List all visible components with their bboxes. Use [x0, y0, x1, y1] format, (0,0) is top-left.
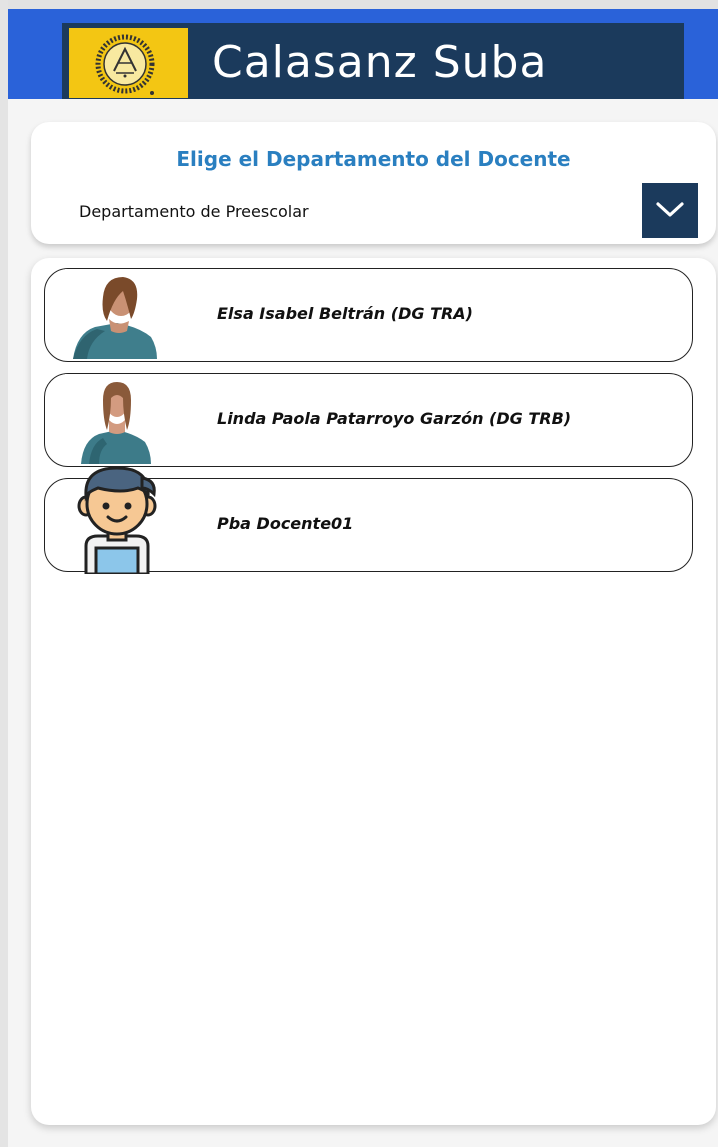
frame-edge [0, 0, 8, 1147]
header-banner: Calasanz Suba [62, 23, 684, 103]
teacher-list-item[interactable]: Pba Docente01 [44, 478, 693, 572]
logo [69, 28, 188, 98]
department-prompt: Elige el Departamento del Docente [176, 147, 571, 171]
teacher-name: Pba Docente01 [217, 514, 354, 533]
teacher-list-item[interactable]: Linda Paola Patarroyo Garzón (DG TRB) [44, 373, 693, 467]
teacher-list-item[interactable]: Elsa Isabel Beltrán (DG TRA) [44, 268, 693, 362]
top-strip [0, 0, 718, 9]
app-title: Calasanz Suba [212, 37, 548, 88]
teacher-photo-image [65, 374, 175, 464]
teacher-photo-image [65, 269, 175, 359]
header-bar: Calasanz Suba [8, 9, 718, 103]
teacher-list-panel: Elsa Isabel Beltrán (DG TRA) Linda Paola… [31, 258, 716, 1125]
teacher-photo [65, 374, 175, 464]
department-dropdown-button[interactable] [642, 183, 698, 238]
app-screen: Calasanz Suba Elige el Departamento del … [0, 0, 718, 1147]
school-seal-icon [94, 33, 156, 95]
teacher-name: Linda Paola Patarroyo Garzón (DG TRB) [217, 409, 572, 428]
teacher-name: Elsa Isabel Beltrán (DG TRA) [217, 304, 473, 323]
department-selector-card: Elige el Departamento del Docente Depart… [31, 122, 716, 244]
department-select-value[interactable]: Departamento de Preescolar [79, 202, 309, 221]
teacher-photo [65, 269, 175, 359]
chevron-down-icon [656, 202, 684, 217]
